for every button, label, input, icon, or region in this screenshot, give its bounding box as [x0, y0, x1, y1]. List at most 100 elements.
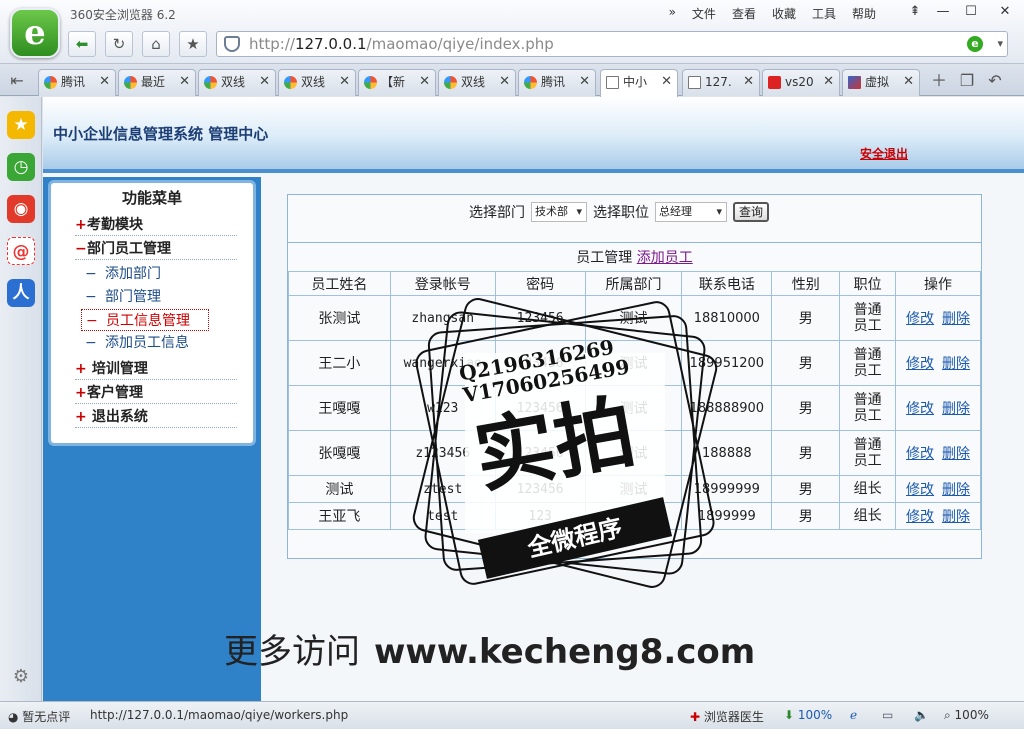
tab-close-icon[interactable]: ✕ [339, 70, 350, 94]
site-icon [364, 76, 377, 89]
tab-1[interactable]: 最近 ✕ [118, 69, 196, 96]
edit-link[interactable]: 修改 [906, 311, 934, 327]
review-status[interactable]: ◕ 暂无点评 [8, 708, 70, 725]
undo-close-icon[interactable]: ↶ [984, 69, 1006, 93]
ie-mode-icon[interactable]: e [967, 36, 983, 52]
cell-password: 123456 [494, 385, 586, 431]
tab-2[interactable]: 双线 ✕ [198, 69, 276, 96]
menu-tools[interactable]: 工具 [812, 5, 836, 22]
window-status-icon[interactable]: ▭ [882, 708, 893, 722]
menu-item-exit[interactable]: + 退出系统 [75, 406, 237, 428]
tab-4[interactable]: 【新 ✕ [358, 69, 436, 96]
tab-9[interactable]: vs20 ✕ [762, 69, 840, 96]
document-icon [688, 76, 701, 89]
download-status[interactable]: ⬇ 100% [784, 708, 832, 722]
tab-close-icon[interactable]: ✕ [743, 70, 754, 94]
menu-item-dept-staff[interactable]: −部门员工管理 [75, 238, 237, 260]
refresh-button[interactable]: ↻ [105, 31, 133, 57]
menu-help[interactable]: 帮助 [852, 5, 876, 22]
delete-link[interactable]: 删除 [942, 446, 970, 462]
tab-close-icon[interactable]: ✕ [179, 70, 190, 94]
browser-doctor[interactable]: ✚ 浏览器医生 [690, 708, 764, 725]
address-dropdown-icon[interactable]: ▾ [997, 32, 1003, 56]
tab-close-icon[interactable]: ✕ [99, 70, 110, 94]
table-header-row: 员工姓名 登录帐号 密码 所属部门 联系电话 性别 职位 操作 [288, 271, 981, 296]
submenu-staff-manage[interactable]: − 员工信息管理 [81, 309, 209, 331]
close-window-button[interactable]: ✕ [992, 2, 1018, 22]
menu-favorites[interactable]: 收藏 [772, 5, 796, 22]
browser-logo-icon: e [10, 8, 60, 58]
tab-3[interactable]: 双线 ✕ [278, 69, 356, 96]
submenu-dept-manage[interactable]: − 部门管理 [85, 286, 235, 308]
favorites-star-icon[interactable]: ★ [7, 111, 35, 139]
tab-10[interactable]: 虚拟 ✕ [842, 69, 920, 96]
logout-link[interactable]: 安全退出 [860, 145, 908, 162]
weibo-icon[interactable]: ◉ [7, 195, 35, 223]
tab-0[interactable]: 腾讯 ✕ [38, 69, 116, 96]
cell-phone: 188888 [681, 430, 773, 476]
address-bar[interactable]: http://127.0.0.1/maomao/qiye/index.php e… [216, 31, 1008, 57]
volume-icon[interactable]: 🔈 [914, 708, 929, 722]
tab-close-icon[interactable]: ✕ [661, 70, 672, 94]
maximize-button[interactable]: ☐ [958, 2, 984, 22]
menu-item-attendance[interactable]: +考勤模块 [75, 214, 237, 236]
zoom-status[interactable]: ⌕ 100% [944, 708, 989, 723]
menu-item-training[interactable]: + 培训管理 [75, 358, 237, 380]
cell-position: 普通员工 [839, 385, 897, 431]
menu-file[interactable]: 文件 [692, 5, 716, 22]
edit-link[interactable]: 修改 [906, 482, 934, 498]
delete-link[interactable]: 删除 [942, 356, 970, 372]
browser-titlebar: e 360安全浏览器 6.2 » 文件 查看 收藏 工具 帮助 ⇞ — ☐ ✕ … [0, 0, 1024, 64]
cell-account: wangerxiao [389, 340, 496, 386]
home-button[interactable]: ⌂ [142, 31, 170, 57]
cell-password: 123456 [494, 340, 586, 386]
app-icon[interactable]: 人 [7, 279, 35, 307]
cell-position: 普通员工 [839, 340, 897, 386]
menu-more-icon[interactable]: » [669, 5, 676, 22]
cell-actions: 修改 删除 [895, 430, 981, 476]
mail-icon[interactable]: @ [7, 237, 35, 265]
tab-6[interactable]: 腾讯 ✕ [518, 69, 596, 96]
delete-link[interactable]: 删除 [942, 509, 970, 525]
tab-close-icon[interactable]: ✕ [259, 70, 270, 94]
menu-view[interactable]: 查看 [732, 5, 756, 22]
delete-link[interactable]: 删除 [942, 482, 970, 498]
collapse-minus-icon: − [75, 241, 87, 257]
tab-8[interactable]: 127. ✕ [682, 69, 760, 96]
delete-link[interactable]: 删除 [942, 311, 970, 327]
tab-close-icon[interactable]: ✕ [823, 70, 834, 94]
tab-7-active[interactable]: 中小 ✕ [600, 69, 678, 97]
minimize-button[interactable]: — [930, 2, 956, 22]
menu-item-customer[interactable]: +客户管理 [75, 382, 237, 404]
site-icon [848, 76, 861, 89]
delete-link[interactable]: 删除 [942, 401, 970, 417]
tab-5[interactable]: 双线 ✕ [438, 69, 516, 96]
edit-link[interactable]: 修改 [906, 446, 934, 462]
tab-close-icon[interactable]: ✕ [419, 70, 430, 94]
edit-link[interactable]: 修改 [906, 401, 934, 417]
favorite-star-button[interactable]: ★ [179, 31, 207, 57]
submenu-add-staff[interactable]: − 添加员工信息 [85, 332, 235, 354]
history-clock-icon[interactable]: ◷ [7, 153, 35, 181]
position-select[interactable]: 总经理 [655, 202, 727, 222]
submenu-add-dept[interactable]: − 添加部门 [85, 263, 235, 285]
cell-gender: 男 [771, 475, 841, 503]
back-button[interactable]: ⬅ [68, 31, 96, 57]
new-tab-icon[interactable]: ＋ [928, 69, 950, 93]
cell-account: test [389, 502, 496, 530]
tab-list-icon[interactable]: ❐ [956, 69, 978, 93]
skin-icon[interactable]: ⇞ [902, 2, 928, 22]
web-page: 中小企业信息管理系统 管理中心 安全退出 功能菜单 +考勤模块 −部门员工管理 … [43, 97, 1024, 701]
add-staff-link[interactable]: 添加员工 [637, 250, 693, 266]
cell-account: ztest [389, 475, 496, 503]
tab-close-icon[interactable]: ✕ [579, 70, 590, 94]
dept-select[interactable]: 技术部 [531, 202, 587, 222]
tab-close-icon[interactable]: ✕ [499, 70, 510, 94]
edit-link[interactable]: 修改 [906, 509, 934, 525]
query-button[interactable]: 查询 [733, 202, 770, 222]
sidebar-toggle-icon[interactable]: ⇤ [6, 69, 28, 93]
settings-gear-icon[interactable]: ⚙ [7, 663, 35, 691]
edit-link[interactable]: 修改 [906, 356, 934, 372]
tab-close-icon[interactable]: ✕ [903, 70, 914, 94]
ie-status-icon[interactable]: ℯ [850, 708, 857, 722]
